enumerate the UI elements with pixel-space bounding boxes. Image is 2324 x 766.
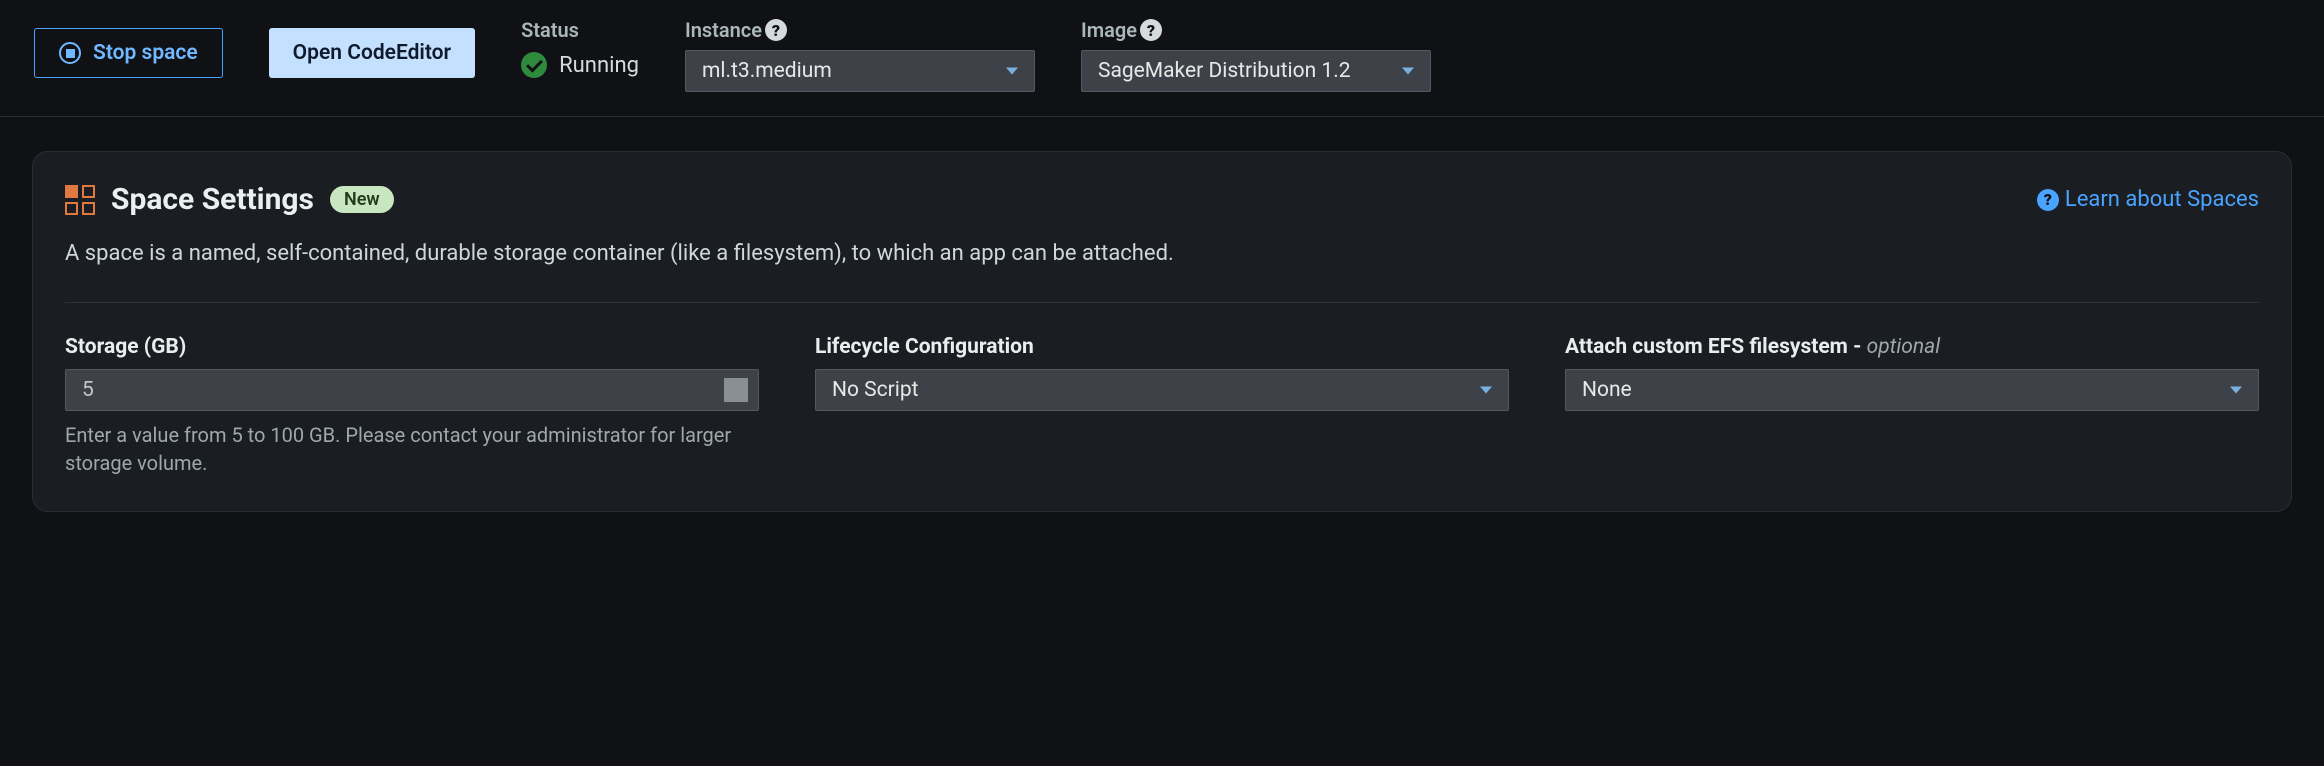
stepper-icon[interactable] [724,378,748,402]
efs-optional: optional [1867,335,1941,359]
new-badge: New [330,186,394,213]
efs-field: Attach custom EFS filesystem - optional … [1565,335,2259,477]
efs-select[interactable]: None [1565,369,2259,411]
panel-title: Space Settings [111,182,314,217]
panel-description: A space is a named, self-contained, dura… [65,237,2259,303]
status-label: Status [521,18,639,42]
lifecycle-label: Lifecycle Configuration [815,335,1509,359]
stop-button-label: Stop space [93,41,198,65]
panel-title-group: Space Settings New [65,182,394,217]
storage-value: 5 [82,378,94,402]
image-label: Image ? [1081,18,1431,42]
lifecycle-value: No Script [832,378,919,402]
open-codeeditor-button[interactable]: Open CodeEditor [269,28,475,78]
storage-help: Enter a value from 5 to 100 GB. Please c… [65,421,759,477]
storage-input[interactable]: 5 [65,369,759,411]
efs-label: Attach custom EFS filesystem - optional [1565,335,2259,359]
toolbar: Stop space Open CodeEditor Status Runnin… [0,0,2324,117]
help-icon[interactable]: ? [765,19,787,41]
storage-field: Storage (GB) 5 Enter a value from 5 to 1… [65,335,759,477]
open-button-label: Open CodeEditor [293,41,451,65]
lifecycle-select[interactable]: No Script [815,369,1509,411]
image-value: SageMaker Distribution 1.2 [1098,59,1351,83]
help-icon: ? [2037,189,2059,211]
check-circle-icon [521,52,547,78]
status-value-row: Running [521,50,639,78]
stop-icon [59,42,81,64]
settings-row: Storage (GB) 5 Enter a value from 5 to 1… [65,335,2259,477]
help-icon[interactable]: ? [1140,19,1162,41]
grid-icon [65,185,95,215]
instance-value: ml.t3.medium [702,59,832,83]
instance-label-text: Instance [685,18,762,42]
stop-space-button[interactable]: Stop space [34,28,223,78]
learn-link[interactable]: ? Learn about Spaces [2037,187,2259,212]
instance-field: Instance ? ml.t3.medium [685,18,1035,92]
efs-value: None [1582,378,1632,402]
image-select[interactable]: SageMaker Distribution 1.2 [1081,50,1431,92]
panel-header: Space Settings New ? Learn about Spaces [65,182,2259,217]
instance-select[interactable]: ml.t3.medium [685,50,1035,92]
efs-label-text: Attach custom EFS filesystem - [1565,335,1867,359]
storage-label: Storage (GB) [65,335,759,359]
space-settings-panel: Space Settings New ? Learn about Spaces … [32,151,2292,512]
lifecycle-field: Lifecycle Configuration No Script [815,335,1509,477]
status-value: Running [559,53,639,78]
status-field: Status Running [521,18,639,78]
learn-link-label: Learn about Spaces [2065,187,2259,212]
image-field: Image ? SageMaker Distribution 1.2 [1081,18,1431,92]
instance-label: Instance ? [685,18,1035,42]
image-label-text: Image [1081,18,1137,42]
